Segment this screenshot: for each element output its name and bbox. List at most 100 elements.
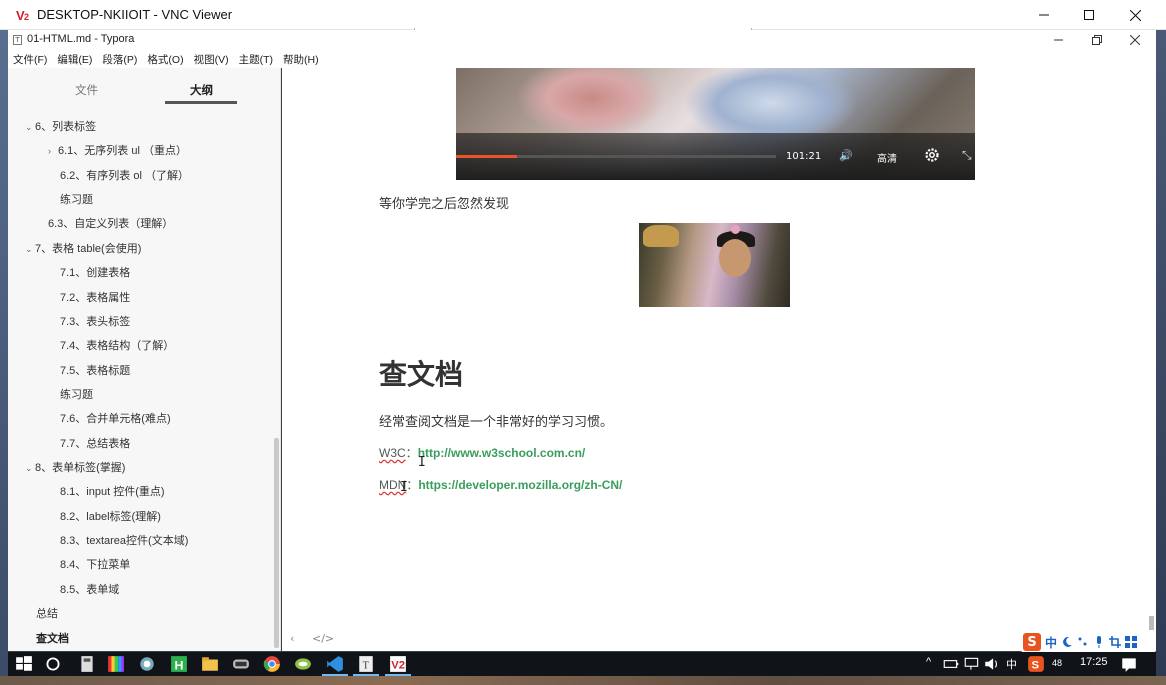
active-app-indicator (353, 674, 379, 676)
vnc-minimize-button[interactable] (1021, 0, 1067, 30)
menu-view[interactable]: 视图(V) (194, 52, 229, 67)
outline-item[interactable]: 7.4、表格结构（了解） (60, 337, 174, 353)
moon-icon[interactable] (1061, 636, 1073, 648)
editor-scrollbar[interactable] (1149, 616, 1154, 630)
volume-icon[interactable] (983, 655, 1001, 673)
outline-item[interactable]: 7.1、创建表格 (60, 264, 130, 280)
typora-icon[interactable]: T (357, 655, 375, 673)
folder-icon[interactable] (201, 655, 219, 673)
snip-tool-icon[interactable] (138, 655, 156, 673)
tab-files[interactable]: 文件 (75, 82, 98, 98)
ime-toolbar[interactable]: S 中 (1021, 632, 1156, 652)
outline-item[interactable]: ⌄ 6、列表标签 (25, 118, 96, 134)
outline-item[interactable]: 6.2、有序列表 ol （了解） (60, 167, 189, 183)
color-bars-icon[interactable] (107, 655, 125, 673)
editor[interactable]: 101:21 🔊 高清 ⤡ 等你学完之后忽然发现 查文档 经常查阅文档是一个非常… (282, 68, 1156, 651)
video-frame (516, 68, 666, 138)
outline-item[interactable]: 8.1、input 控件(重点) (60, 483, 165, 499)
battery-icon[interactable] (942, 655, 960, 673)
desktop-bottom-edge (0, 676, 1166, 685)
quality-button[interactable]: 高清 (877, 150, 897, 165)
mdn-row: MDN：https://developer.mozilla.org/zh-CN/ (379, 476, 622, 493)
calculator-icon[interactable] (78, 655, 96, 673)
mdn-link[interactable]: https://developer.mozilla.org/zh-CN/ (418, 478, 622, 492)
svg-text:H: H (175, 659, 184, 673)
active-app-indicator (322, 674, 348, 676)
sidebar-scrollbar[interactable] (274, 438, 279, 648)
windows-start-icon[interactable] (15, 655, 33, 673)
menu-paragraph[interactable]: 段落(P) (102, 52, 137, 67)
outline-item[interactable]: 7.3、表头标签 (60, 313, 130, 329)
microphone-icon[interactable] (1093, 635, 1105, 649)
ibeam-cursor-icon: I (418, 455, 426, 470)
vnc-close-button[interactable] (1112, 0, 1158, 30)
outline-item[interactable]: 7.6、合并单元格(难点) (60, 410, 171, 426)
svg-text:V2: V2 (391, 660, 405, 672)
vnc-logo-icon: V 2 (16, 7, 32, 23)
menu-help[interactable]: 帮助(H) (283, 52, 319, 67)
menu-format[interactable]: 格式(O) (147, 52, 183, 67)
outline-item[interactable]: 练习题 (60, 191, 93, 207)
outline-item[interactable]: ⌄ 7、表格 table(会使用) (25, 240, 141, 256)
paragraph: 等你学完之后忽然发现 (379, 196, 510, 211)
tab-outline[interactable]: 大纲 (190, 82, 213, 98)
outline-item[interactable]: 7.5、表格标题 (60, 362, 130, 378)
chevron-down-icon[interactable]: ⌄ (25, 122, 35, 133)
hbuilder-icon[interactable]: H (170, 655, 188, 673)
outline-item[interactable]: 8.4、下拉菜单 (60, 556, 130, 572)
tray-badge[interactable]: 48 (1052, 658, 1062, 668)
outline-item[interactable]: 7.7、总结表格 (60, 435, 130, 451)
typora-close-button[interactable] (1117, 31, 1153, 49)
vnc-maximize-button[interactable] (1066, 0, 1112, 30)
video-progress-bar[interactable] (456, 155, 776, 158)
w3c-link[interactable]: http://www.w3school.com.cn/ (418, 446, 586, 460)
collapse-sidebar-icon[interactable]: ‹ (290, 632, 294, 645)
vnc-viewer-icon[interactable]: V2 (389, 655, 407, 673)
tray-overflow-icon[interactable]: ^ (926, 656, 931, 668)
w3c-label: W3C (379, 446, 406, 460)
chevron-right-icon[interactable]: › (48, 146, 58, 156)
clock[interactable]: 17:25 (1080, 656, 1108, 668)
browser-icon[interactable] (294, 655, 312, 673)
ime-mode[interactable]: 中 (1045, 634, 1057, 651)
chevron-down-icon[interactable]: ⌄ (25, 244, 35, 255)
crop-icon[interactable] (1109, 636, 1122, 648)
vscode-icon[interactable] (326, 655, 344, 673)
sogou-logo-icon[interactable]: S (1023, 633, 1041, 651)
menu-theme[interactable]: 主题(T) (239, 52, 273, 67)
outline-item[interactable]: 7.2、表格属性 (60, 289, 130, 305)
outline-item[interactable]: 总结 (36, 605, 58, 621)
outline-item[interactable]: 8.5、表单域 (60, 581, 119, 597)
volume-icon[interactable]: 🔊 (839, 149, 853, 162)
fullscreen-icon[interactable]: ⤡ (962, 148, 972, 163)
menu-edit[interactable]: 编辑(E) (57, 52, 92, 67)
sogou-tray-icon[interactable]: S (1027, 655, 1045, 673)
typora-minimize-button[interactable] (1041, 31, 1077, 49)
outline-item[interactable]: 6.3、自定义列表（理解） (48, 215, 173, 231)
grid-icon[interactable] (1125, 636, 1138, 648)
outline-item-active[interactable]: 查文档 (36, 630, 69, 646)
input-language[interactable]: 中 (1006, 656, 1017, 672)
outline-item[interactable]: › 6.1、无序列表 ul （重点） (48, 142, 187, 158)
chrome-icon[interactable] (263, 655, 281, 673)
typora-restore-button[interactable] (1079, 31, 1115, 49)
network-icon[interactable] (963, 655, 981, 673)
svg-text:T: T (363, 661, 369, 672)
punctuation-icon[interactable] (1077, 636, 1089, 648)
search-icon[interactable] (44, 655, 62, 673)
chevron-down-icon[interactable]: ⌄ (25, 463, 35, 474)
outline-item[interactable]: 8.3、textarea控件(文本域) (60, 532, 188, 548)
terminal-icon[interactable] (232, 655, 250, 673)
video-progress-fill (456, 155, 517, 158)
outline-item[interactable]: ⌄ 8、表单标签(掌握) (25, 459, 125, 475)
restore-icon (1092, 35, 1102, 45)
video-frame (686, 68, 856, 143)
gear-icon[interactable] (924, 147, 940, 163)
notification-icon[interactable] (1120, 655, 1138, 673)
outline-item[interactable]: 练习题 (60, 386, 93, 402)
outline-item[interactable]: 8.2、label标签(理解) (60, 508, 161, 524)
source-mode-icon[interactable]: </> (312, 632, 334, 645)
active-tab-indicator (165, 101, 237, 104)
menu-file[interactable]: 文件(F) (13, 52, 47, 67)
video-player[interactable]: 101:21 🔊 高清 ⤡ (456, 68, 975, 180)
